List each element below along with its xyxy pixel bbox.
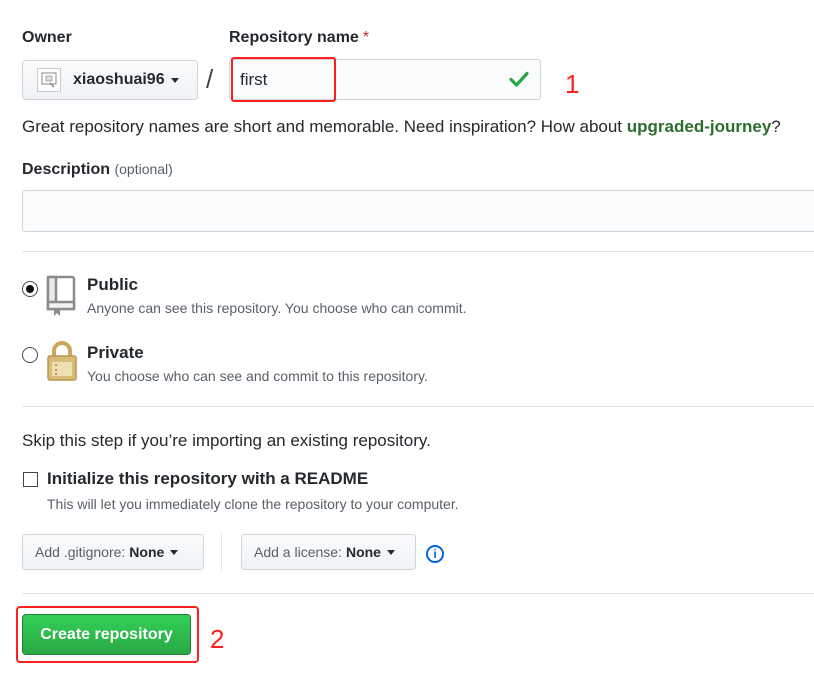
avatar (37, 68, 61, 92)
owner-repo-separator: / (206, 64, 214, 94)
name-suggestion-link[interactable]: upgraded-journey (627, 117, 772, 136)
name-hint-suffix: ? (771, 117, 781, 136)
divider (22, 251, 814, 252)
readme-label[interactable]: Initialize this repository with a README (47, 469, 368, 489)
repo-book-icon (46, 275, 76, 316)
license-label: Add a license: (254, 544, 342, 560)
annotation-number-1: 1 (565, 69, 580, 99)
annotation-box-2 (16, 606, 199, 663)
description-label-text: Description (22, 161, 111, 178)
chevron-down-icon (170, 77, 179, 83)
vertical-divider (221, 533, 222, 571)
divider (22, 406, 814, 407)
private-title: Private (87, 343, 144, 362)
repo-name-label-text: Repository name (229, 29, 359, 46)
check-icon (509, 71, 529, 87)
name-hint: Great repository names are short and mem… (22, 117, 781, 137)
owner-dropdown[interactable]: xiaoshuai96 (22, 60, 198, 100)
optional-hint: (optional) (114, 161, 173, 177)
gitignore-dropdown[interactable]: Add .gitignore: None (22, 534, 204, 570)
avatar-icon (41, 72, 57, 88)
description-input[interactable] (22, 190, 814, 232)
radio-public[interactable] (22, 281, 38, 297)
chevron-down-icon (386, 549, 395, 555)
public-note: Anyone can see this repository. You choo… (87, 300, 467, 316)
repo-name-label: Repository name * (229, 29, 369, 47)
skip-step-text: Skip this step if you’re importing an ex… (22, 431, 431, 450)
readme-note: This will let you immediately clone the … (47, 496, 459, 512)
chevron-down-icon (170, 549, 179, 555)
required-mark: * (362, 29, 370, 46)
name-hint-text: Great repository names are short and mem… (22, 117, 627, 136)
divider (22, 593, 814, 594)
owner-name: xiaoshuai96 (73, 71, 165, 88)
info-icon[interactable]: i (426, 545, 444, 563)
lock-icon (47, 341, 77, 381)
radio-private[interactable] (22, 347, 38, 363)
annotation-number-2: 2 (210, 624, 225, 654)
license-dropdown[interactable]: Add a license: None (241, 534, 416, 570)
gitignore-value: None (129, 544, 165, 560)
license-value: None (345, 544, 381, 560)
owner-label: Owner (22, 29, 72, 46)
gitignore-label: Add .gitignore: (35, 544, 126, 560)
private-note: You choose who can see and commit to thi… (87, 368, 428, 384)
description-label: Description (optional) (22, 161, 173, 179)
readme-checkbox[interactable] (23, 472, 38, 487)
annotation-box-1 (231, 57, 336, 102)
public-title: Public (87, 275, 139, 294)
